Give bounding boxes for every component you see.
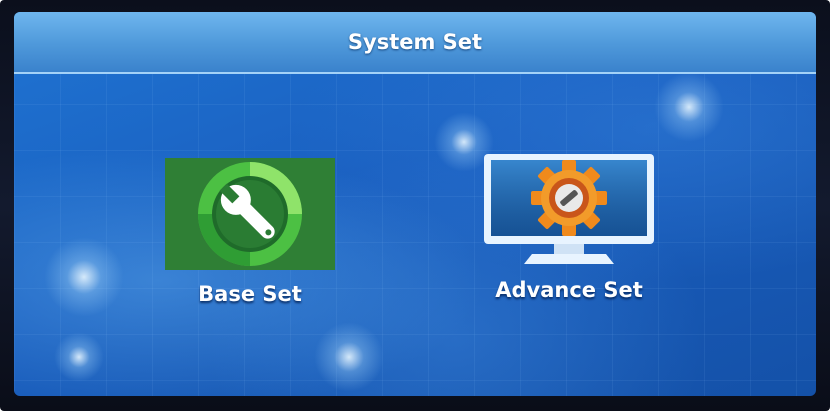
advance-set-button[interactable]: Advance Set	[469, 154, 669, 302]
advance-set-label: Advance Set	[495, 278, 643, 302]
background-glow	[654, 72, 724, 142]
background-glow	[54, 332, 104, 382]
base-set-button[interactable]: Base Set	[165, 158, 335, 306]
background-glow	[44, 237, 124, 317]
base-set-label: Base Set	[198, 282, 302, 306]
screen: System Set Base Set Advance Set	[14, 12, 816, 396]
wrench-icon	[165, 158, 335, 270]
page-title: System Set	[347, 30, 483, 54]
title-bar: System Set	[14, 12, 816, 74]
gear-monitor-icon	[484, 154, 654, 264]
background-glow	[314, 322, 384, 392]
